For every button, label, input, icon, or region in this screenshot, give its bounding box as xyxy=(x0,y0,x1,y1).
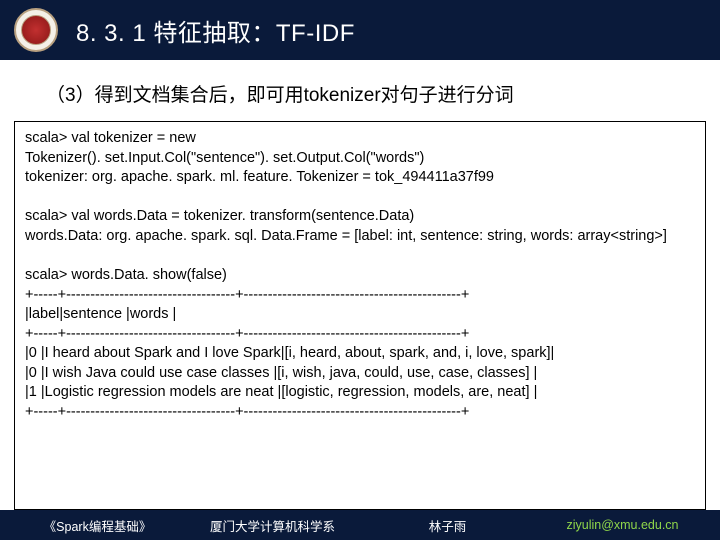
footer-book: 《Spark编程基础》 xyxy=(10,516,185,535)
university-logo xyxy=(14,8,58,52)
logo-seal-icon xyxy=(21,15,51,45)
slide-footer: 《Spark编程基础》 厦门大学计算机科学系 林子雨 ziyulin@xmu.e… xyxy=(0,510,720,540)
slide-title: 8. 3. 1 特征抽取：TF-IDF xyxy=(76,13,355,48)
code-output-block: scala> val tokenizer = new Tokenizer(). … xyxy=(14,121,706,510)
footer-author: 林子雨 xyxy=(360,516,535,535)
subtitle-row: （3）得到文档集合后，即可用tokenizer对句子进行分词 xyxy=(0,60,720,117)
step-description: （3）得到文档集合后，即可用tokenizer对句子进行分词 xyxy=(46,80,688,107)
slide-header: 8. 3. 1 特征抽取：TF-IDF xyxy=(0,0,720,60)
footer-department: 厦门大学计算机科学系 xyxy=(185,516,360,535)
footer-email: ziyulin@xmu.edu.cn xyxy=(535,518,710,532)
